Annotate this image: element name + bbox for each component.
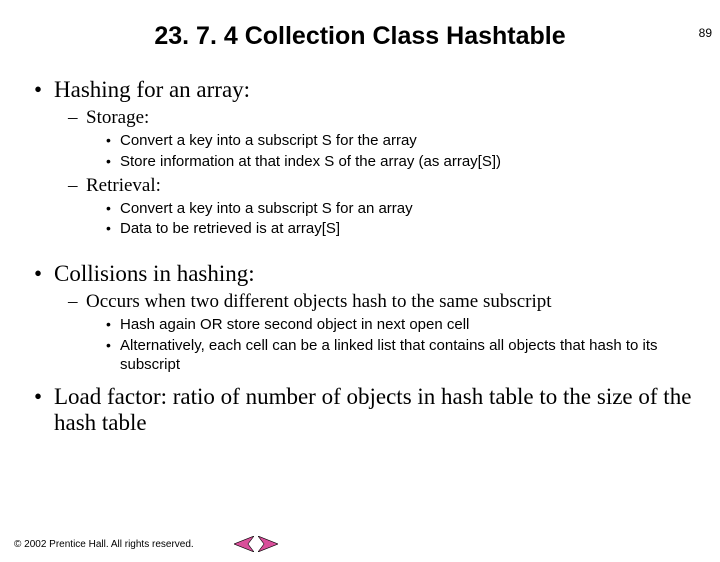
bullet-collisions-desc: Occurs when two different objects hash t… — [68, 291, 700, 374]
bullet-text: Hashing for an array: — [54, 77, 250, 102]
next-arrow-icon[interactable] — [258, 536, 278, 552]
page-number: 89 — [699, 26, 712, 40]
bullet-retrieval: Retrieval: Convert a key into a subscrip… — [68, 175, 700, 240]
bullet-text: Retrieval: — [86, 175, 161, 196]
list-item: Alternatively, each cell can be a linked… — [106, 337, 700, 375]
copyright-text: © 2002 Prentice Hall. All rights reserve… — [14, 539, 194, 550]
bullet-text: Load factor: ratio of number of objects … — [54, 384, 691, 435]
bullet-text: Storage: — [86, 107, 149, 128]
footer: © 2002 Prentice Hall. All rights reserve… — [14, 536, 278, 552]
list-item: Hash again OR store second object in nex… — [106, 316, 700, 335]
list-item: Data to be retrieved is at array[S] — [106, 220, 700, 239]
bullet-text: Collisions in hashing: — [54, 261, 255, 286]
bullet-storage: Storage: Convert a key into a subscript … — [68, 107, 700, 172]
bullet-text: Occurs when two different objects hash t… — [86, 291, 552, 312]
bullet-hashing: Hashing for an array: Storage: Convert a… — [34, 77, 700, 239]
slide-content: Hashing for an array: Storage: Convert a… — [0, 77, 720, 436]
bullet-load-factor: Load factor: ratio of number of objects … — [34, 384, 700, 436]
slide-title: 23. 7. 4 Collection Class Hashtable — [0, 22, 720, 51]
list-item: Store information at that index S of the… — [106, 153, 700, 172]
list-item: Convert a key into a subscript S for an … — [106, 200, 700, 219]
list-item: Convert a key into a subscript S for the… — [106, 132, 700, 151]
nav-arrows — [234, 536, 278, 552]
bullet-collisions: Collisions in hashing: Occurs when two d… — [34, 261, 700, 374]
prev-arrow-icon[interactable] — [234, 536, 254, 552]
